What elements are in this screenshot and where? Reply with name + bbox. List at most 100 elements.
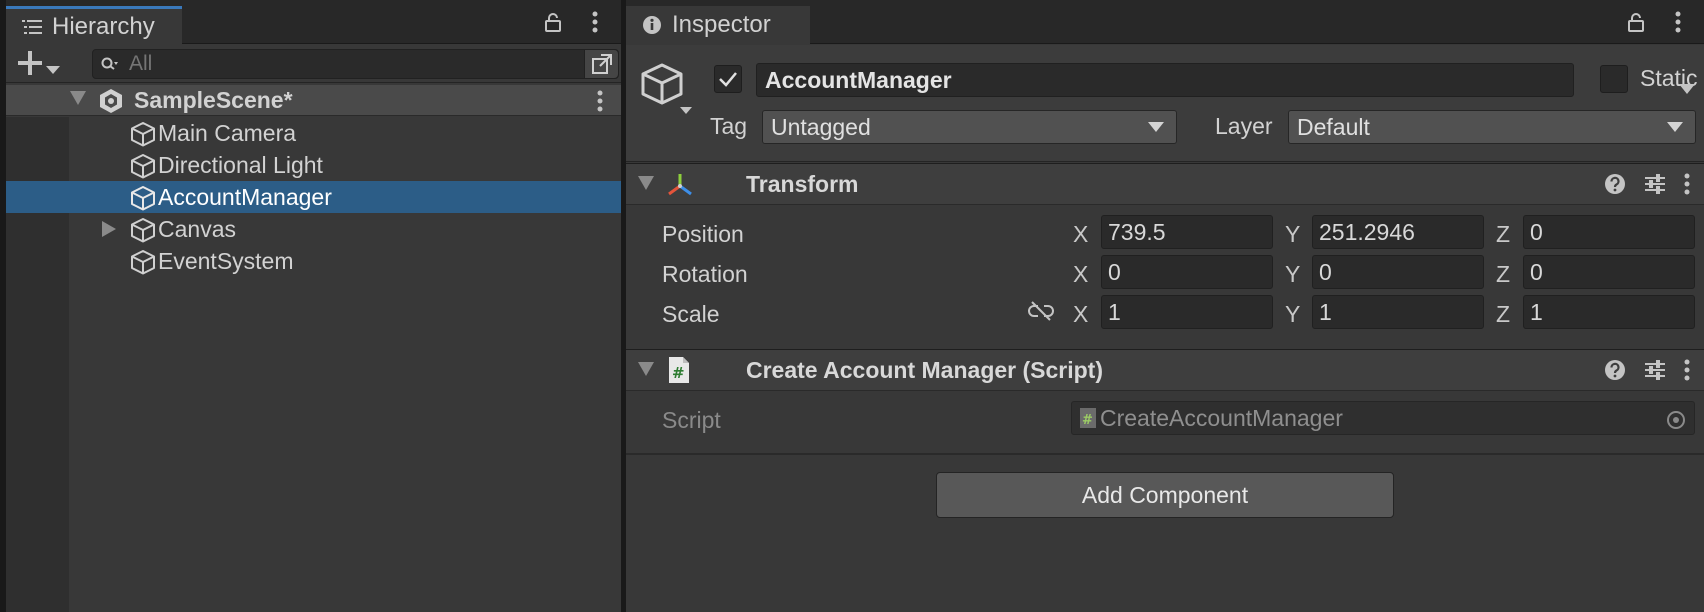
search-scene-button[interactable]	[584, 50, 618, 78]
gameobject-header: AccountManager Static Tag Untagged Layer…	[626, 45, 1704, 162]
hierarchy-item-label: AccountManager	[158, 183, 332, 210]
tag-label: Tag	[710, 113, 748, 139]
hierarchy-item-label: Directional Light	[158, 151, 323, 178]
search-box	[92, 49, 619, 79]
hierarchy-tabbar: Hierarchy	[6, 0, 621, 44]
gameobject-icon[interactable]	[640, 63, 696, 129]
transform-header-controls	[1604, 173, 1690, 201]
hierarchy-item-directional-light[interactable]: Directional Light	[6, 149, 621, 181]
inspector-panel: Inspector AccountManager Static Tag Unta…	[626, 0, 1704, 612]
hierarchy-item-canvas[interactable]: Canvas	[6, 213, 621, 245]
kebab-menu-icon[interactable]	[583, 10, 607, 34]
lock-icon[interactable]	[1624, 10, 1648, 34]
kebab-menu-icon[interactable]	[1684, 173, 1690, 201]
script-value: CreateAccountManager	[1100, 404, 1343, 431]
csharp-script-icon: #	[668, 356, 690, 390]
scene-menu-icon[interactable]	[597, 90, 603, 118]
axis-y-label[interactable]: Y	[1285, 301, 1300, 328]
list-icon	[22, 19, 42, 35]
foldout-expanded-icon[interactable]	[638, 362, 654, 376]
hierarchy-tab-controls	[541, 10, 607, 34]
hierarchy-item-label: EventSystem	[158, 247, 294, 274]
create-button[interactable]	[18, 51, 60, 76]
script-object-field: # CreateAccountManager	[1071, 401, 1695, 435]
inspector-tab-controls	[1624, 10, 1690, 34]
help-icon[interactable]	[1604, 359, 1626, 387]
layer-dropdown[interactable]: Default	[1288, 110, 1696, 144]
axis-x-label[interactable]: X	[1073, 261, 1088, 288]
kebab-menu-icon[interactable]	[1666, 10, 1690, 34]
axis-x-label[interactable]: X	[1073, 301, 1088, 328]
hierarchy-toolbar	[6, 45, 621, 83]
position-label: Position	[662, 221, 744, 247]
transform-icon	[666, 172, 694, 204]
scale-x-field[interactable]: 1	[1101, 295, 1273, 329]
tab-hierarchy-label: Hierarchy	[52, 12, 155, 40]
rotation-x-field[interactable]: 0	[1101, 255, 1273, 289]
foldout-expanded-icon[interactable]	[638, 176, 654, 190]
hierarchy-item-main-camera[interactable]: Main Camera	[6, 117, 621, 149]
hierarchy-item-accountmanager[interactable]: AccountManager	[6, 181, 621, 213]
axis-y-label[interactable]: Y	[1285, 221, 1300, 248]
constrain-proportions-icon[interactable]	[1028, 300, 1054, 328]
scene-row[interactable]: SampleScene*	[6, 85, 621, 116]
object-name-field[interactable]: AccountManager	[756, 63, 1574, 97]
search-icon	[101, 57, 119, 71]
preset-sliders-icon[interactable]	[1644, 173, 1666, 201]
position-x-field[interactable]: 739.5	[1101, 215, 1273, 249]
active-checkbox[interactable]	[714, 65, 742, 93]
axis-x-label[interactable]: X	[1073, 221, 1088, 248]
hierarchy-item-eventsystem[interactable]: EventSystem	[6, 245, 621, 277]
hierarchy-panel: Hierarchy All SampleScene* Main Camera D…	[6, 0, 621, 612]
rotation-z-field[interactable]: 0	[1523, 255, 1695, 289]
layer-value: Default	[1297, 113, 1370, 140]
scene-name: SampleScene*	[134, 86, 293, 113]
position-y-field[interactable]: 251.2946	[1312, 215, 1484, 249]
lock-icon[interactable]	[541, 10, 565, 34]
add-component-button[interactable]: Add Component	[936, 472, 1394, 518]
chevron-down-icon	[1667, 122, 1683, 132]
axis-y-label[interactable]: Y	[1285, 261, 1300, 288]
svg-text:#: #	[672, 364, 685, 382]
foldout-expanded-icon[interactable]	[70, 91, 86, 110]
rotation-y-field[interactable]: 0	[1312, 255, 1484, 289]
axis-z-label[interactable]: Z	[1496, 221, 1510, 248]
hierarchy-item-label: Canvas	[158, 215, 236, 242]
kebab-menu-icon[interactable]	[1684, 359, 1690, 387]
scale-y-field[interactable]: 1	[1312, 295, 1484, 329]
axis-z-label[interactable]: Z	[1496, 261, 1510, 288]
tab-hierarchy[interactable]: Hierarchy	[6, 6, 182, 44]
svg-text:#: #	[1082, 413, 1093, 428]
static-dropdown-icon[interactable]	[1679, 74, 1695, 100]
axis-z-label[interactable]: Z	[1496, 301, 1510, 328]
inspector-tabbar: Inspector	[626, 0, 1704, 44]
rotation-label: Rotation	[662, 261, 748, 287]
layer-label: Layer	[1215, 113, 1273, 139]
script-label: Script	[662, 407, 721, 433]
help-icon[interactable]	[1604, 173, 1626, 201]
tab-inspector-label: Inspector	[672, 11, 771, 38]
plus-icon	[18, 51, 42, 76]
transform-header[interactable]: Transform	[626, 163, 1704, 205]
object-picker-icon[interactable]	[1666, 409, 1686, 436]
position-z-field[interactable]: 0	[1523, 215, 1695, 249]
gameobject-cube-icon	[130, 249, 156, 281]
preset-sliders-icon[interactable]	[1644, 359, 1666, 387]
script-header-controls	[1604, 359, 1690, 387]
scale-label: Scale	[662, 301, 720, 327]
scale-z-field[interactable]: 1	[1523, 295, 1695, 329]
chevron-down-icon	[1148, 122, 1164, 132]
components-separator	[626, 453, 1704, 455]
chevron-down-icon	[46, 52, 60, 76]
transform-title: Transform	[746, 170, 859, 197]
tab-inspector[interactable]: Inspector	[626, 6, 810, 44]
tag-dropdown[interactable]: Untagged	[762, 110, 1177, 144]
hierarchy-tree: SampleScene* Main Camera Directional Lig…	[6, 85, 621, 612]
script-component-header[interactable]: # Create Account Manager (Script)	[626, 349, 1704, 391]
checkmark-icon	[718, 71, 738, 87]
static-checkbox[interactable]	[1600, 65, 1628, 93]
search-input[interactable]	[129, 52, 569, 76]
tag-value: Untagged	[771, 113, 871, 140]
foldout-collapsed-icon[interactable]	[102, 221, 116, 242]
csharp-script-icon: #	[1080, 408, 1096, 428]
